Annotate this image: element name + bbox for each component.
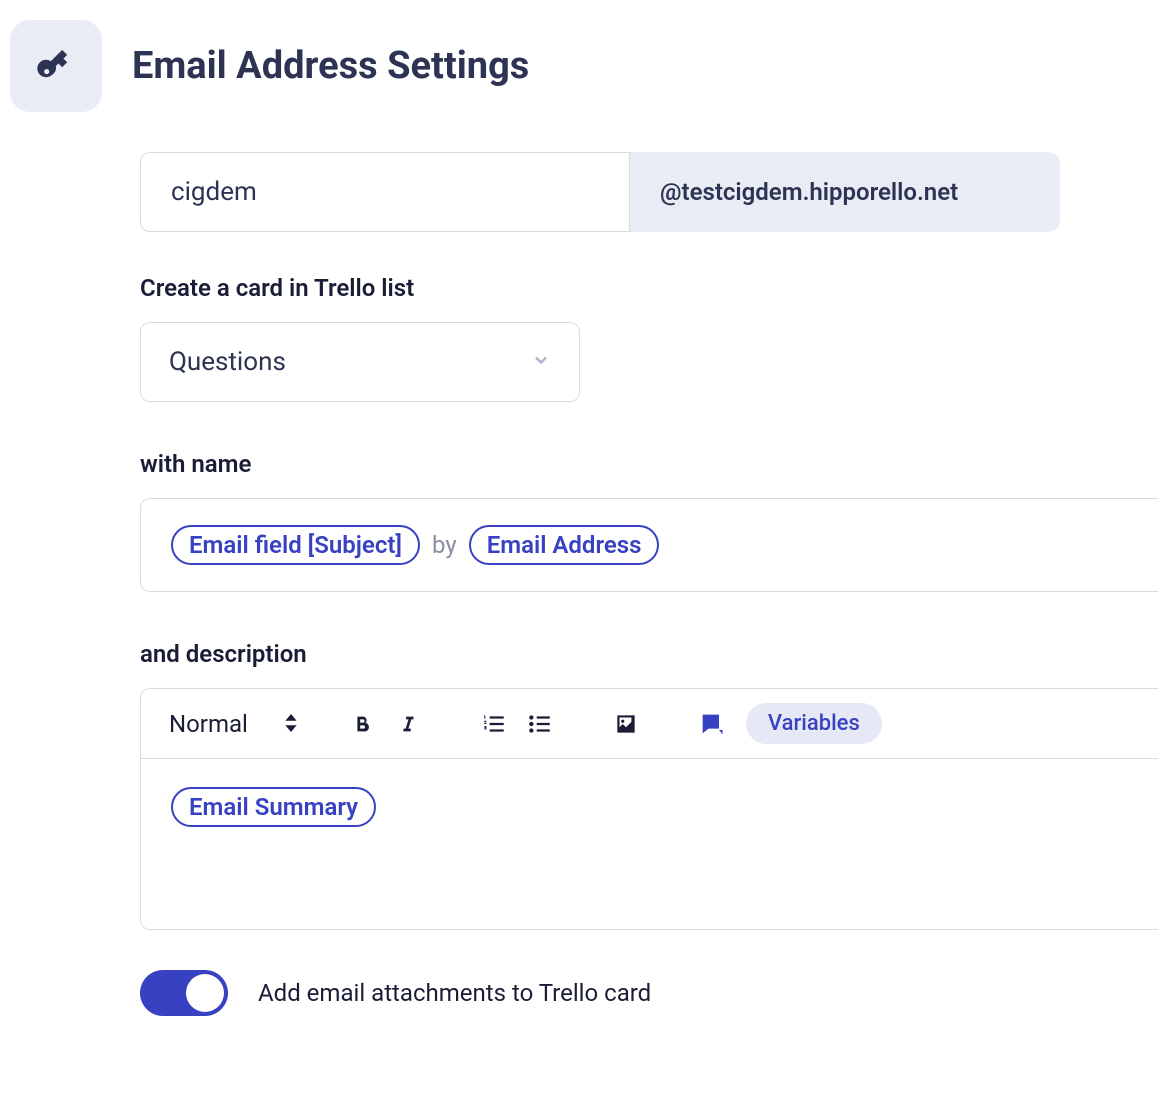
variables-button[interactable]: Variables (746, 703, 882, 744)
email-address-field: @testcigdem.hipporello.net (140, 152, 1060, 232)
chip-email-address[interactable]: Email Address (469, 525, 660, 565)
attachments-toggle[interactable] (140, 970, 228, 1016)
email-domain-suffix: @testcigdem.hipporello.net (630, 152, 1060, 232)
variable-icon[interactable] (694, 706, 730, 742)
editor-toolbar: Normal (141, 689, 1158, 759)
email-localpart-input[interactable] (140, 152, 630, 232)
description-editor: Normal (140, 688, 1158, 930)
bold-button[interactable] (344, 706, 380, 742)
joiner-text: by (432, 531, 457, 559)
sort-icon (284, 710, 298, 738)
format-selected: Normal (169, 710, 248, 738)
image-button[interactable] (608, 706, 644, 742)
chip-email-summary[interactable]: Email Summary (171, 787, 376, 827)
trello-list-select[interactable]: Questions (140, 322, 580, 402)
toggle-knob (186, 974, 224, 1012)
attachments-toggle-label: Add email attachments to Trello card (258, 979, 651, 1007)
chip-email-subject[interactable]: Email field [Subject] (171, 525, 420, 565)
page-title: Email Address Settings (132, 44, 529, 88)
ordered-list-button[interactable] (476, 706, 512, 742)
description-body[interactable]: Email Summary (141, 759, 1158, 929)
card-name-label: with name (140, 450, 1158, 478)
card-name-input[interactable]: Email field [Subject] by Email Address (140, 498, 1158, 592)
trello-list-selected: Questions (169, 347, 286, 377)
format-select[interactable]: Normal (163, 706, 304, 742)
description-label: and description (140, 640, 1158, 668)
chevron-down-icon (531, 350, 551, 374)
trello-list-label: Create a card in Trello list (140, 274, 1158, 302)
key-icon (10, 20, 102, 112)
unordered-list-button[interactable] (522, 706, 558, 742)
italic-button[interactable] (390, 706, 426, 742)
